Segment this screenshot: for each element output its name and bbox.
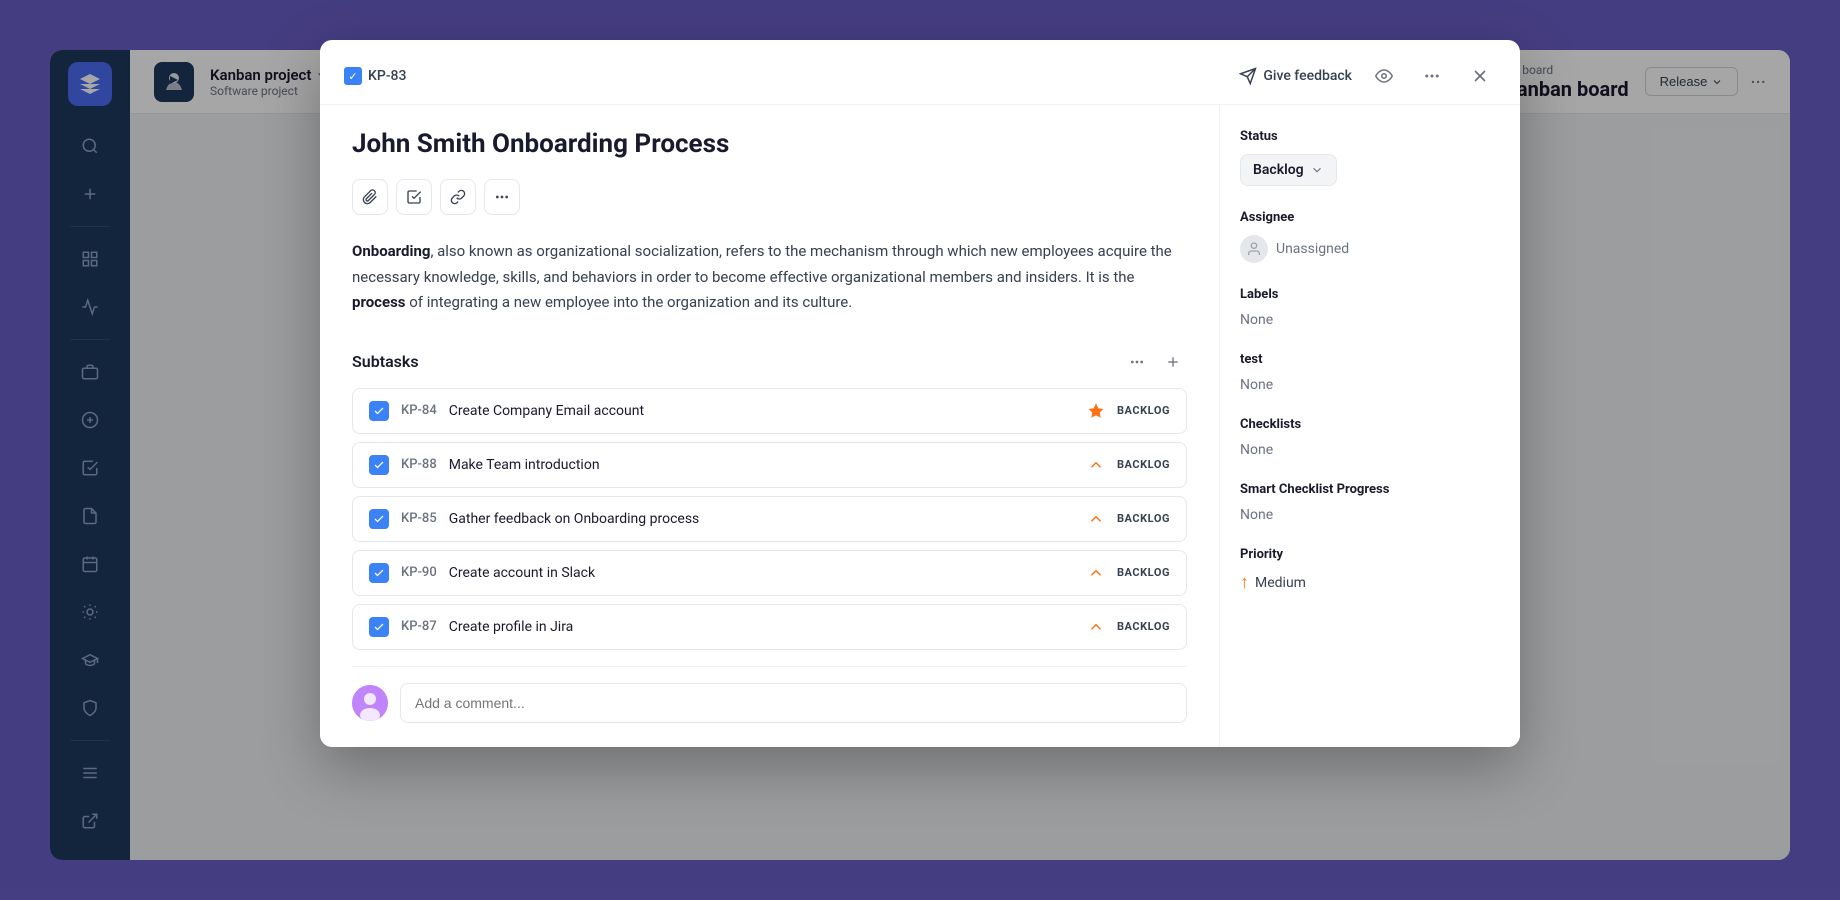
labels-value: None — [1240, 312, 1500, 328]
assignee-section: Assignee Unassigned — [1240, 210, 1500, 263]
priority-icon: ↑ — [1240, 572, 1249, 593]
checklists-section: Checklists None — [1240, 417, 1500, 458]
issue-id-display: ✓ KP-83 — [344, 67, 406, 85]
give-feedback-button[interactable]: Give feedback — [1239, 67, 1352, 85]
subtask-id-2: KP-85 — [401, 511, 437, 526]
subtasks-section: Subtasks — [352, 348, 1187, 650]
assignee-label: Assignee — [1240, 210, 1500, 225]
subtask-icon-1 — [369, 455, 389, 475]
issue-type-icon: ✓ — [344, 67, 362, 85]
subtask-item[interactable]: KP-85 Gather feedback on Onboarding proc… — [352, 496, 1187, 542]
subtask-priority-icon-3 — [1087, 564, 1105, 582]
link-button[interactable] — [440, 179, 476, 215]
more-toolbar-button[interactable] — [484, 179, 520, 215]
subtask-priority-icon-4 — [1087, 618, 1105, 636]
subtask-status-2: BACKLOG — [1117, 512, 1170, 525]
checklists-value: None — [1240, 442, 1500, 458]
more-options-button[interactable] — [1416, 60, 1448, 92]
subtask-priority-icon-2 — [1087, 510, 1105, 528]
assignee-avatar — [1240, 235, 1268, 263]
status-value: Backlog — [1253, 162, 1304, 178]
commenter-avatar — [352, 685, 388, 721]
checklists-label: Checklists — [1240, 417, 1500, 432]
smart-checklist-label: Smart Checklist Progress — [1240, 482, 1500, 497]
comment-area — [352, 666, 1187, 723]
test-label: test — [1240, 352, 1500, 367]
desc-bold-2: process — [352, 293, 406, 311]
smart-checklist-value: None — [1240, 507, 1500, 523]
modal-overlay[interactable]: ✓ KP-83 Give feedback — [0, 0, 1840, 900]
assignee-row[interactable]: Unassigned — [1240, 235, 1500, 263]
priority-row[interactable]: ↑ Medium — [1240, 572, 1500, 593]
subtask-item[interactable]: KP-84 Create Company Email account BACKL… — [352, 388, 1187, 434]
labels-label: Labels — [1240, 287, 1500, 302]
subtask-icon-4 — [369, 617, 389, 637]
priority-label: Priority — [1240, 547, 1500, 562]
modal-header: ✓ KP-83 Give feedback — [320, 40, 1520, 105]
modal-body: John Smith Onboarding Process — [320, 105, 1520, 747]
subtask-name-2: Gather feedback on Onboarding process — [449, 511, 1075, 527]
subtask-item[interactable]: KP-88 Make Team introduction BACKLOG — [352, 442, 1187, 488]
subtask-id-0: KP-84 — [401, 403, 437, 418]
issue-title: John Smith Onboarding Process — [352, 129, 1187, 159]
subtask-name-1: Make Team introduction — [449, 457, 1075, 473]
priority-section: Priority ↑ Medium — [1240, 547, 1500, 593]
labels-section: Labels None — [1240, 287, 1500, 328]
smart-checklist-section: Smart Checklist Progress None — [1240, 482, 1500, 523]
subtask-item[interactable]: KP-90 Create account in Slack BACKLOG — [352, 550, 1187, 596]
issue-id-text: KP-83 — [368, 68, 406, 84]
subtask-icon-2 — [369, 509, 389, 529]
subtasks-actions — [1123, 348, 1187, 376]
status-label: Status — [1240, 129, 1500, 144]
modal-sidebar: Status Backlog Assignee — [1220, 105, 1520, 747]
subtask-priority-icon-0 — [1087, 402, 1105, 420]
attach-button[interactable] — [352, 179, 388, 215]
issue-description: Onboarding, also known as organizational… — [352, 239, 1187, 316]
modal-header-actions: Give feedback — [1239, 60, 1496, 92]
subtask-status-3: BACKLOG — [1117, 566, 1170, 579]
subtask-id-4: KP-87 — [401, 619, 437, 634]
test-value: None — [1240, 377, 1500, 393]
watch-button[interactable] — [1368, 60, 1400, 92]
test-section: test None — [1240, 352, 1500, 393]
subtask-id-3: KP-90 — [401, 565, 437, 580]
subtask-id-1: KP-88 — [401, 457, 437, 472]
subtask-status-4: BACKLOG — [1117, 620, 1170, 633]
subtask-status-1: BACKLOG — [1117, 458, 1170, 471]
subtask-name-0: Create Company Email account — [449, 403, 1075, 419]
subtask-name-4: Create profile in Jira — [449, 619, 1075, 635]
desc-bold-1: Onboarding — [352, 242, 430, 260]
subtask-status-0: BACKLOG — [1117, 404, 1170, 417]
assignee-value: Unassigned — [1276, 241, 1349, 257]
modal-main-content: John Smith Onboarding Process — [320, 105, 1220, 747]
subtask-name-3: Create account in Slack — [449, 565, 1075, 581]
subtasks-header: Subtasks — [352, 348, 1187, 376]
issue-toolbar — [352, 179, 1187, 215]
subtask-icon-0 — [369, 401, 389, 421]
status-dropdown[interactable]: Backlog — [1240, 154, 1337, 186]
status-section: Status Backlog — [1240, 129, 1500, 186]
close-modal-button[interactable] — [1464, 60, 1496, 92]
priority-value: Medium — [1255, 575, 1306, 591]
subtasks-title: Subtasks — [352, 352, 1123, 371]
subtask-item[interactable]: KP-87 Create profile in Jira BACKLOG — [352, 604, 1187, 650]
issue-modal: ✓ KP-83 Give feedback — [320, 40, 1520, 747]
subtasks-add-button[interactable] — [1159, 348, 1187, 376]
subtask-priority-icon-1 — [1087, 456, 1105, 474]
checklist-button[interactable] — [396, 179, 432, 215]
subtask-icon-3 — [369, 563, 389, 583]
comment-input[interactable] — [400, 683, 1187, 723]
subtasks-more-button[interactable] — [1123, 348, 1151, 376]
